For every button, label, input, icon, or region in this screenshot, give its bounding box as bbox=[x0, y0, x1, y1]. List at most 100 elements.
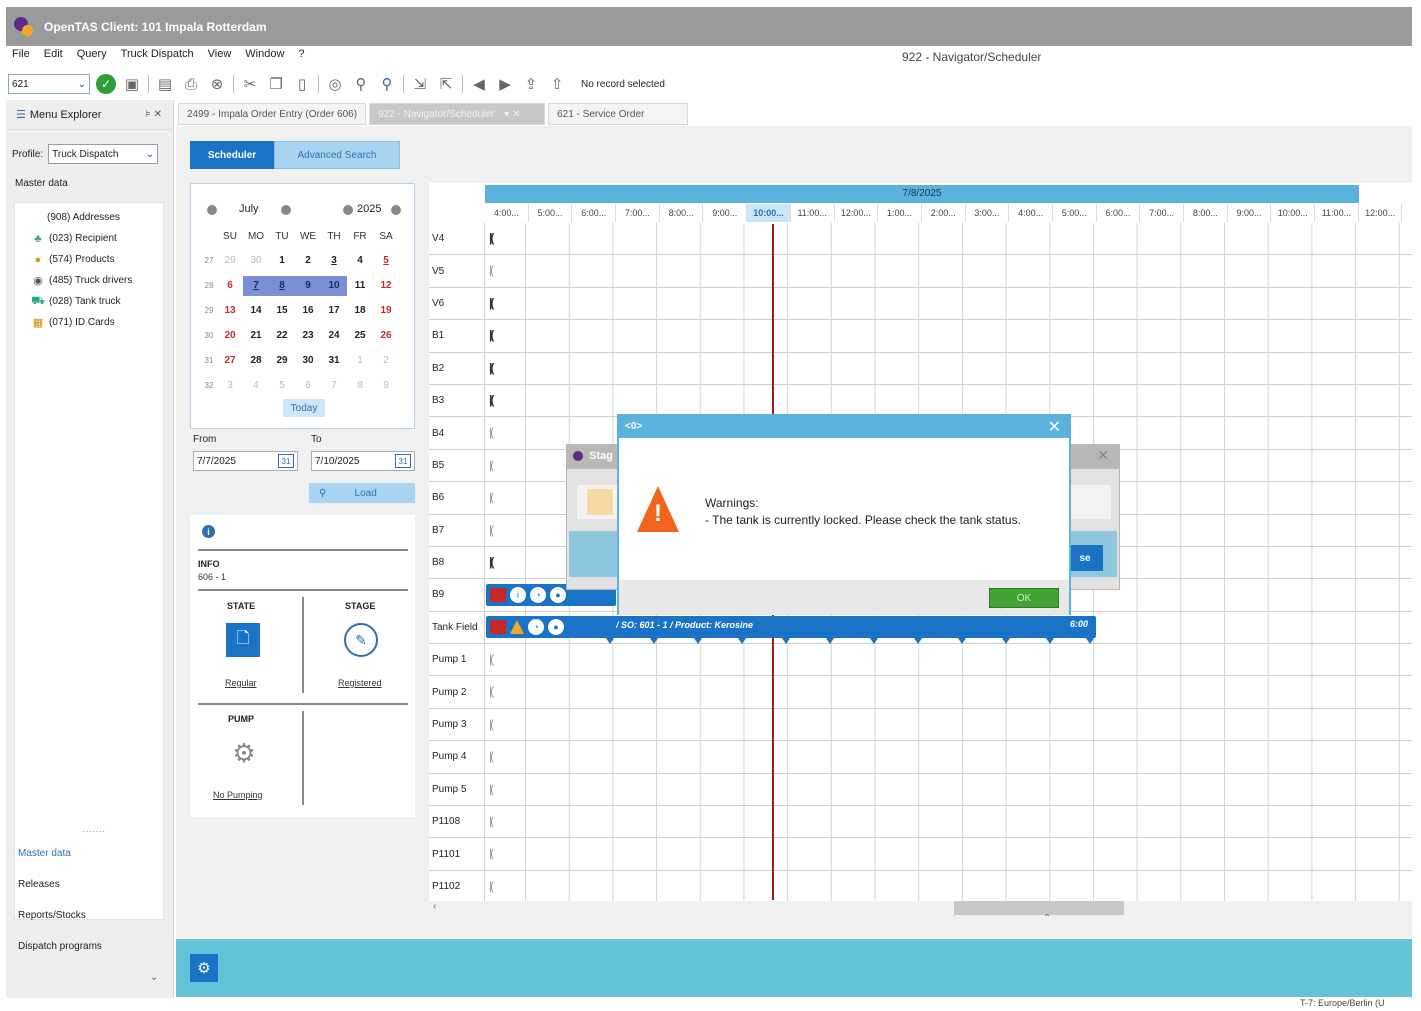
today-button[interactable]: Today bbox=[283, 399, 325, 417]
to-date-field[interactable]: 7/10/2025 31 bbox=[311, 451, 415, 471]
calendar-day[interactable]: 30 bbox=[295, 351, 321, 371]
calendar-day[interactable]: 1 bbox=[347, 351, 373, 371]
time-cells[interactable] bbox=[485, 287, 1412, 320]
load-button[interactable]: ⚲ Load bbox=[309, 483, 415, 503]
calendar-day-selected[interactable]: 9 bbox=[295, 275, 321, 296]
calendar-day[interactable]: 20 bbox=[217, 326, 243, 346]
close-icon[interactable]: ✕ bbox=[1048, 417, 1061, 437]
calendar-day[interactable]: 30 bbox=[243, 251, 269, 271]
export-icon[interactable]: ⇲ bbox=[410, 74, 430, 94]
scheduler-button[interactable]: Scheduler bbox=[190, 141, 274, 169]
time-cells[interactable] bbox=[485, 384, 1412, 417]
calendar-day[interactable]: 28 bbox=[243, 351, 269, 371]
tree-item-recipient[interactable]: ♣ (023) Recipient bbox=[15, 228, 163, 249]
calendar-day[interactable]: 14 bbox=[243, 301, 269, 321]
record-combo[interactable]: 621 ⌄ bbox=[8, 74, 90, 94]
prev-month-icon[interactable] bbox=[207, 205, 217, 215]
next-month-icon[interactable] bbox=[281, 205, 291, 215]
tree-item-addresses[interactable]: (908) Addresses bbox=[15, 207, 163, 228]
nav-releases[interactable]: Releases bbox=[14, 869, 172, 900]
state-value-link[interactable]: Regular bbox=[225, 678, 257, 688]
calendar-day[interactable]: 2 bbox=[295, 251, 321, 271]
time-cells[interactable] bbox=[485, 806, 1412, 838]
calendar-day-selected[interactable]: 8 bbox=[269, 275, 295, 296]
confirm-check-icon[interactable]: ✓ bbox=[96, 74, 116, 94]
calendar-day[interactable]: 24 bbox=[321, 326, 347, 346]
pin-close-icon[interactable]: ⊧ ✕ bbox=[146, 109, 162, 120]
calendar-day[interactable]: 22 bbox=[269, 326, 295, 346]
time-cells[interactable] bbox=[485, 223, 1412, 255]
import-icon[interactable]: ⇱ bbox=[436, 74, 456, 94]
calendar-day[interactable]: 18 bbox=[347, 301, 373, 321]
tab-service-order[interactable]: 621 - Service Order bbox=[548, 103, 689, 125]
nav-dispatch-programs[interactable]: Dispatch programs bbox=[14, 931, 172, 962]
tab-order-entry[interactable]: 2499 - Impala Order Entry (Order 606) bbox=[178, 103, 367, 125]
calendar-day-selected[interactable]: 7 bbox=[243, 275, 269, 296]
upload-icon[interactable]: ⇧ bbox=[547, 74, 567, 94]
menu-view[interactable]: View bbox=[208, 48, 232, 66]
menu-edit[interactable]: Edit bbox=[44, 48, 63, 66]
cut-icon[interactable]: ✂ bbox=[240, 74, 260, 94]
calendar-day[interactable]: 31 bbox=[321, 351, 347, 371]
calendar-day[interactable]: 5 bbox=[269, 376, 295, 396]
tab-close-icon[interactable]: ▾ ✕ bbox=[504, 109, 520, 120]
next-year-icon[interactable] bbox=[391, 205, 401, 215]
calendar-day[interactable]: 3 bbox=[321, 251, 347, 271]
tree-item-tank-truck[interactable]: ⛟ (028) Tank truck bbox=[15, 291, 163, 312]
previous-record-icon[interactable]: ◀ bbox=[469, 74, 489, 94]
time-cells[interactable] bbox=[485, 773, 1412, 806]
menu-file[interactable]: File bbox=[12, 48, 30, 66]
save-icon[interactable]: ▤ bbox=[155, 74, 175, 94]
calendar-day[interactable]: 19 bbox=[373, 301, 399, 321]
calendar-day[interactable]: 12 bbox=[373, 276, 399, 296]
menu-query[interactable]: Query bbox=[77, 48, 107, 66]
stage-registered-icon[interactable]: ✎ bbox=[344, 623, 378, 657]
tab-navigator-scheduler[interactable]: 922 - Navigator/Scheduler ▾ ✕ bbox=[369, 103, 546, 125]
calendar-day[interactable]: 29 bbox=[217, 251, 243, 271]
calendar-day[interactable]: 5 bbox=[373, 251, 399, 271]
refresh-icon[interactable]: ◎ bbox=[325, 74, 345, 94]
calendar-day[interactable]: 7 bbox=[321, 376, 347, 396]
nav-master-data[interactable]: Master data bbox=[14, 838, 172, 869]
attach-icon[interactable]: ⇪ bbox=[521, 74, 541, 94]
from-date-field[interactable]: 7/7/2025 31 bbox=[193, 451, 298, 471]
prev-year-icon[interactable] bbox=[343, 205, 353, 215]
calendar-day[interactable]: 27 bbox=[217, 351, 243, 371]
copy-icon[interactable]: ❐ bbox=[266, 74, 286, 94]
calendar-day[interactable]: 3 bbox=[217, 376, 243, 396]
search-icon[interactable]: ⚲ bbox=[351, 74, 371, 94]
calendar-day[interactable]: 26 bbox=[373, 326, 399, 346]
ok-button[interactable]: OK bbox=[989, 588, 1059, 608]
menu-truck-dispatch[interactable]: Truck Dispatch bbox=[121, 48, 194, 66]
calendar-day[interactable]: 4 bbox=[347, 251, 373, 271]
calendar-day[interactable]: 4 bbox=[243, 376, 269, 396]
calendar-icon[interactable]: 31 bbox=[278, 454, 294, 468]
menu-window[interactable]: Window bbox=[245, 48, 284, 66]
calendar-day[interactable]: 9 bbox=[373, 376, 399, 396]
horizontal-scrollbar[interactable]: ‹ bbox=[429, 901, 1412, 915]
calendar-day[interactable]: 13 bbox=[217, 301, 243, 321]
time-cells[interactable] bbox=[485, 352, 1412, 384]
nav-reports-stocks[interactable]: Reports/Stocks bbox=[14, 900, 172, 931]
profile-select[interactable]: Truck Dispatch ⌄ bbox=[48, 144, 159, 164]
time-cells[interactable] bbox=[485, 676, 1412, 708]
stage-value-link[interactable]: Registered bbox=[338, 678, 382, 688]
calendar-day[interactable]: 23 bbox=[295, 326, 321, 346]
stage-dialog-close-button[interactable]: se bbox=[1067, 545, 1103, 571]
calendar-day[interactable]: 11 bbox=[347, 276, 373, 296]
calendar-day[interactable]: 15 bbox=[269, 301, 295, 321]
pump-value-link[interactable]: No Pumping bbox=[213, 790, 263, 800]
time-cells[interactable] bbox=[485, 838, 1412, 870]
calendar-day[interactable]: 6 bbox=[217, 276, 243, 296]
splitter-handle[interactable]: ······· bbox=[82, 826, 105, 837]
settings-gear-button[interactable]: ⚙ bbox=[190, 954, 218, 982]
time-cells[interactable] bbox=[485, 255, 1412, 287]
paste-icon[interactable]: ▯ bbox=[292, 74, 312, 94]
calendar-day[interactable]: 25 bbox=[347, 326, 373, 346]
delete-icon[interactable]: ⊗ bbox=[207, 74, 227, 94]
time-cells[interactable] bbox=[485, 644, 1412, 676]
calendar-day[interactable]: 1 bbox=[269, 251, 295, 271]
chevron-up-icon[interactable]: ⌃ bbox=[1043, 913, 1051, 924]
calendar-day[interactable]: 17 bbox=[321, 301, 347, 321]
tree-item-truck-drivers[interactable]: ◉ (485) Truck drivers bbox=[15, 270, 163, 291]
